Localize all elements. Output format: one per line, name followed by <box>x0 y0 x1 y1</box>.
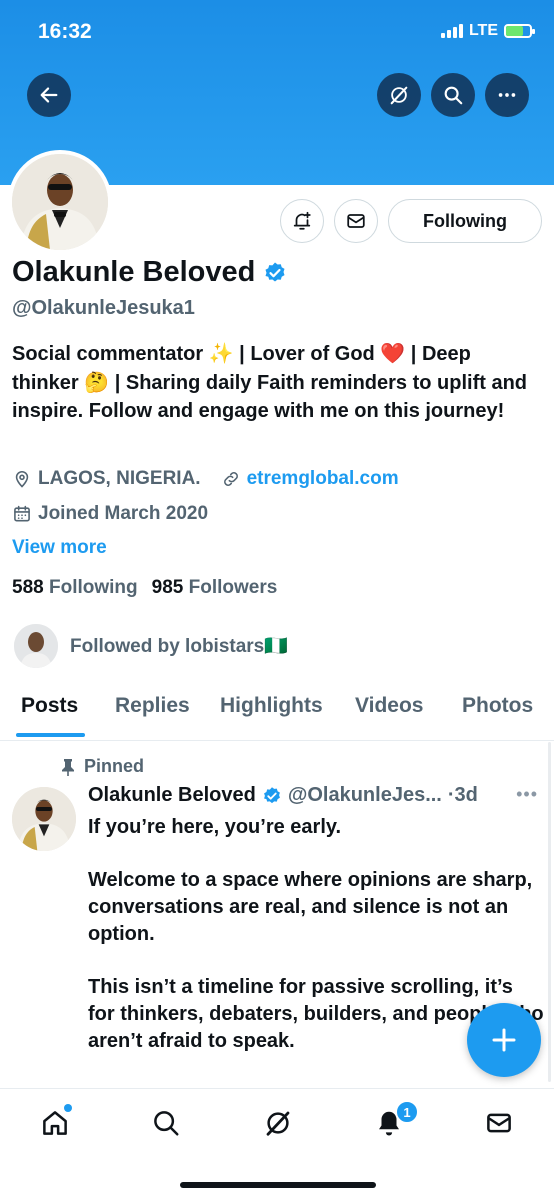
signal-icon <box>440 24 463 38</box>
post-header: Olakunle Beloved @OlakunleJes... ·3d <box>88 784 538 807</box>
tab-videos[interactable]: Videos <box>355 694 423 718</box>
calendar-icon <box>14 505 30 522</box>
mail-icon <box>487 1113 511 1133</box>
verified-icon <box>265 262 285 281</box>
pinned-label: Pinned <box>84 756 145 776</box>
search-icon <box>154 1111 179 1136</box>
search-button[interactable] <box>431 73 475 117</box>
following-count: 588 <box>12 577 44 598</box>
compose-plus-icon <box>492 1028 516 1052</box>
nav-home[interactable] <box>38 1104 72 1140</box>
follower-avatar <box>14 624 58 668</box>
followers-label: Followers <box>188 577 278 598</box>
follow-counts: 588 Following 985 Followers <box>12 577 277 599</box>
home-icon <box>43 1111 67 1135</box>
grok-button[interactable] <box>377 73 421 117</box>
search-icon <box>444 86 463 105</box>
profile-location: LAGOS, NIGERIA. <box>38 468 201 489</box>
post-author-name[interactable]: Olakunle Beloved <box>88 784 256 807</box>
message-icon <box>347 214 365 228</box>
profile-name-row: Olakunle Beloved <box>12 256 287 289</box>
network-label: LTE <box>468 22 498 39</box>
profile-website-link[interactable]: etremglobal.com <box>247 468 399 490</box>
more-options-button[interactable] <box>485 73 529 117</box>
followers-count: 985 <box>151 577 184 598</box>
tab-posts[interactable]: Posts <box>21 694 78 718</box>
post-paragraph: If you’re here, you’re early. <box>88 816 342 838</box>
post-time: ·3d <box>447 784 478 806</box>
grok-icon <box>266 1111 290 1136</box>
post-author-handle: @OlakunleJes... <box>287 784 442 806</box>
post-author-avatar[interactable] <box>12 787 76 851</box>
home-indicator <box>180 1182 376 1188</box>
tab-replies[interactable]: Replies <box>115 694 190 718</box>
profile-name: Olakunle Beloved <box>12 256 256 288</box>
profile-bio: Social commentator ✨ | Lover of God ❤️ |… <box>12 343 527 422</box>
profile-handle: @OlakunleJesuka1 <box>12 297 195 319</box>
scrollbar[interactable] <box>548 742 551 1082</box>
post-paragraph: Welcome to a space where opinions are sh… <box>88 869 533 945</box>
pinned-label-row: Pinned <box>60 756 144 777</box>
post-more-button[interactable]: ••• <box>516 784 538 805</box>
active-tab-indicator <box>16 733 85 737</box>
tab-photos[interactable]: Photos <box>462 694 533 718</box>
nav-grok[interactable] <box>261 1106 295 1140</box>
location-icon <box>15 471 29 488</box>
followed-by-text: Followed by lobistars🇳🇬 <box>70 636 288 657</box>
followed-by-row[interactable]: Followed by lobistars🇳🇬 <box>14 624 288 668</box>
status-indicators: LTE <box>440 22 535 40</box>
nav-search[interactable] <box>149 1106 183 1140</box>
following-label: Following <box>48 577 138 598</box>
verified-icon <box>263 786 280 803</box>
message-button[interactable] <box>334 199 378 243</box>
location-row: LAGOS, NIGERIA. etremglobal.com <box>12 468 399 490</box>
add-alert-icon <box>293 211 311 230</box>
notify-button[interactable] <box>280 199 324 243</box>
notifications-badge: 1 <box>395 1100 419 1124</box>
tab-highlights[interactable]: Highlights <box>220 694 323 718</box>
link-icon <box>223 472 238 486</box>
more-icon <box>498 93 516 97</box>
compose-button[interactable] <box>467 1003 541 1077</box>
home-dot <box>64 1104 72 1112</box>
following-button-label: Following <box>423 210 507 231</box>
profile-avatar[interactable] <box>8 150 112 254</box>
view-more-link[interactable]: View more <box>12 537 107 559</box>
back-button[interactable] <box>27 73 71 117</box>
pin-icon <box>62 758 74 776</box>
following-button[interactable]: Following <box>388 199 542 243</box>
joined-row: Joined March 2020 <box>12 503 208 525</box>
following-count-link[interactable]: 588 Following <box>12 577 138 599</box>
battery-icon <box>504 24 535 38</box>
profile-joined: Joined March 2020 <box>38 503 209 524</box>
grok-icon <box>390 86 408 105</box>
back-arrow-icon <box>40 87 58 103</box>
nav-messages[interactable] <box>482 1106 516 1140</box>
profile-photo <box>12 154 108 250</box>
status-time: 16:32 <box>38 20 92 43</box>
followers-count-link[interactable]: 985 Followers <box>152 577 278 599</box>
